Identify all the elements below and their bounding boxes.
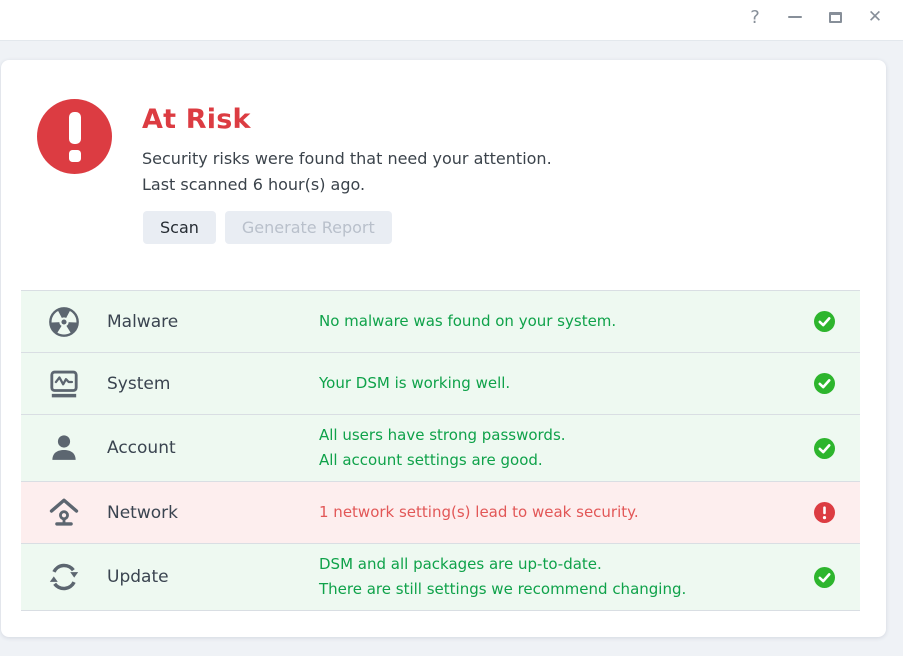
status-ok-icon [814, 311, 835, 332]
category-row-account[interactable]: Account All users have strong passwords.… [21, 414, 860, 481]
minimize-icon[interactable] [786, 6, 804, 28]
category-message-line: No malware was found on your system. [319, 309, 802, 334]
category-message-line: Your DSM is working well. [319, 371, 802, 396]
last-scanned-text: Last scanned 6 hour(s) ago. [142, 172, 552, 198]
security-advisor-panel: At Risk Security risks were found that n… [1, 60, 886, 637]
system-monitor-icon [47, 367, 81, 401]
scan-button[interactable]: Scan [143, 211, 216, 244]
category-messages: No malware was found on your system. [319, 309, 802, 334]
category-row-update[interactable]: Update DSM and all packages are up-to-da… [21, 543, 860, 610]
status-risk-icon [814, 502, 835, 523]
category-label: System [107, 374, 319, 394]
account-user-icon [47, 431, 81, 465]
category-message-line: There are still settings we recommend ch… [319, 577, 802, 602]
status-ok-icon [814, 438, 835, 459]
category-message-line: 1 network setting(s) lead to weak securi… [319, 500, 802, 525]
close-icon[interactable]: ✕ [866, 6, 884, 28]
category-message-line: DSM and all packages are up-to-date. [319, 552, 802, 577]
category-row-malware[interactable]: Malware No malware was found on your sys… [21, 290, 860, 352]
status-description-line1: Security risks were found that need your… [142, 146, 552, 172]
category-list: Malware No malware was found on your sys… [21, 290, 860, 611]
page-title: At Risk [142, 104, 251, 135]
category-messages: All users have strong passwords. All acc… [319, 423, 802, 473]
status-ok-icon [814, 567, 835, 588]
at-risk-alert-icon [37, 99, 112, 174]
category-row-network[interactable]: Network 1 network setting(s) lead to wea… [21, 481, 860, 543]
action-buttons: Scan Generate Report [143, 211, 392, 244]
category-label: Account [107, 438, 319, 458]
window-titlebar: ? ✕ [0, 0, 903, 41]
network-home-icon [47, 496, 81, 530]
category-messages: DSM and all packages are up-to-date. The… [319, 552, 802, 602]
status-description: Security risks were found that need your… [142, 146, 552, 198]
malware-radiation-icon [47, 305, 81, 339]
maximize-icon[interactable] [826, 6, 844, 28]
generate-report-button[interactable]: Generate Report [225, 211, 392, 244]
update-refresh-icon [47, 560, 81, 594]
help-icon[interactable]: ? [746, 6, 764, 28]
category-message-line: All account settings are good. [319, 448, 802, 473]
category-messages: 1 network setting(s) lead to weak securi… [319, 500, 802, 525]
status-ok-icon [814, 373, 835, 394]
category-row-system[interactable]: System Your DSM is working well. [21, 352, 860, 414]
category-messages: Your DSM is working well. [319, 371, 802, 396]
category-label: Malware [107, 312, 319, 332]
category-label: Update [107, 567, 319, 587]
category-message-line: All users have strong passwords. [319, 423, 802, 448]
category-label: Network [107, 503, 319, 523]
